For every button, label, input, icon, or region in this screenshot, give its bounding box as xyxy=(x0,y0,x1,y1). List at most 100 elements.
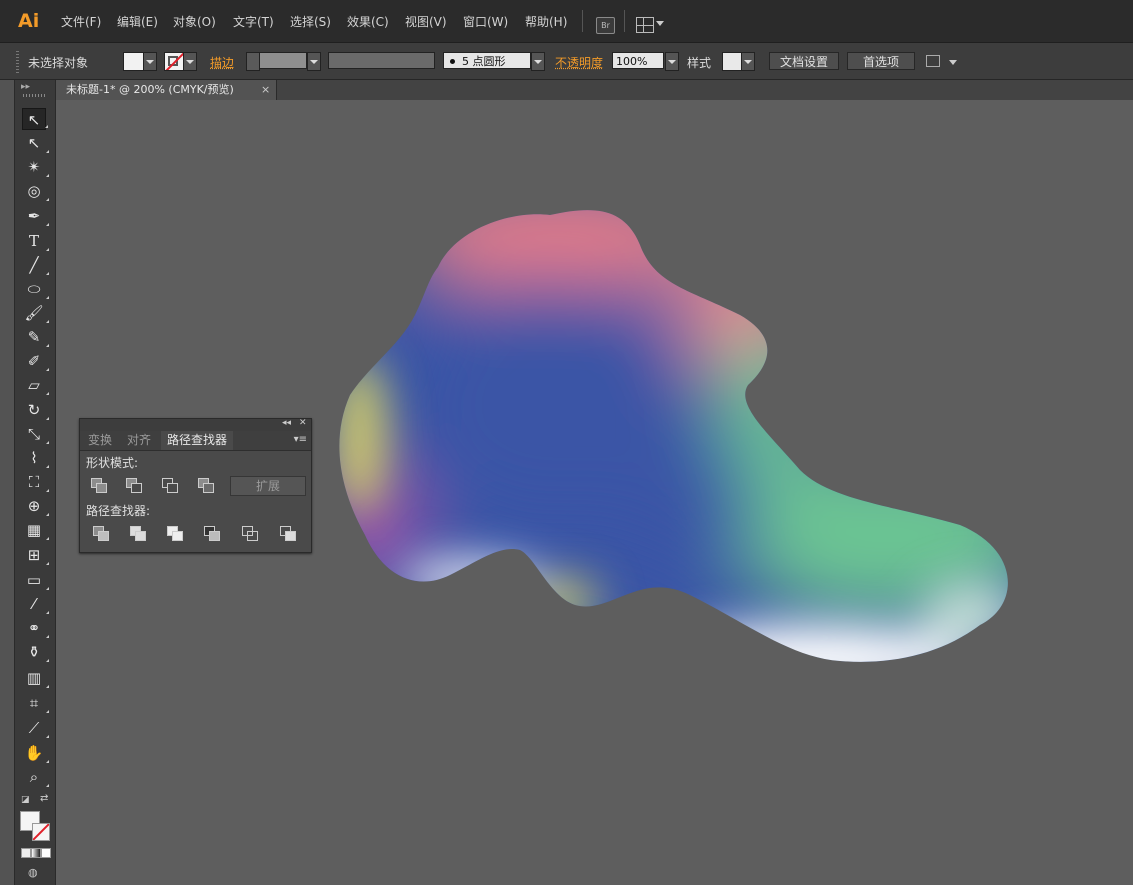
ellipse-tool-icon[interactable]: ⬭ xyxy=(22,278,49,300)
document-tab-title: 未标题-1* @ 200% (CMYK/预览) xyxy=(66,83,234,96)
grip-handle[interactable] xyxy=(16,49,19,73)
menu-window[interactable]: 窗口(W) xyxy=(463,13,508,31)
toolbox: ▸▸ ↖ ↖ ✴ ◎ ✒ T ╱ ⬭ 🖌 ✎ ✐ ▱ ↻ ⤡ ⌇ ⛶ ⊕ ▦ ⊞… xyxy=(14,80,56,885)
tab-align[interactable]: 对齐 xyxy=(121,431,157,450)
grip-handle[interactable] xyxy=(23,94,47,97)
blob-brush-tool-icon[interactable]: ✐ xyxy=(22,350,49,372)
lasso-tool-icon[interactable]: ◎ xyxy=(22,180,49,202)
document-tab[interactable]: 未标题-1* @ 200% (CMYK/预览) × xyxy=(56,80,277,100)
gradient-mode-icon[interactable] xyxy=(31,848,41,858)
workspace-layout-icon[interactable] xyxy=(636,17,654,33)
swap-colors-icon[interactable]: ⇄ xyxy=(40,793,48,804)
menu-edit[interactable]: 编辑(E) xyxy=(117,13,158,31)
warp-tool-icon[interactable]: ⌇ xyxy=(22,447,49,469)
control-bar: 未选择对象 描边 5 点圆形 不透明度 100% 样式 文档设置 首选项 xyxy=(0,43,1133,80)
style-dropdown[interactable] xyxy=(741,52,755,71)
menu-file[interactable]: 文件(F) xyxy=(61,13,101,31)
exclude-icon[interactable] xyxy=(198,478,214,493)
minus-back-icon[interactable] xyxy=(280,526,296,541)
chevron-down-icon[interactable] xyxy=(949,60,957,65)
arrange-documents-icon[interactable] xyxy=(926,55,940,67)
tab-transform[interactable]: 变换 xyxy=(82,431,118,450)
close-icon[interactable]: × xyxy=(261,80,270,100)
opacity-dropdown[interactable] xyxy=(665,52,679,71)
stroke-weight-spinner[interactable] xyxy=(246,52,260,71)
opacity-field[interactable]: 100% xyxy=(612,52,664,69)
perspective-grid-tool-icon[interactable]: ▦ xyxy=(22,519,49,541)
stroke-dropdown[interactable] xyxy=(183,52,197,71)
chevron-down-icon[interactable] xyxy=(656,21,664,26)
menu-object[interactable]: 对象(O) xyxy=(173,13,216,31)
panel-tab-strip: 变换 对齐 路径查找器 ▾≡ xyxy=(80,431,311,451)
divide-icon[interactable] xyxy=(93,526,109,541)
stroke-swatch[interactable] xyxy=(164,52,184,71)
bridge-icon[interactable]: Br xyxy=(596,17,615,34)
zoom-tool-icon[interactable]: ⌕ xyxy=(22,766,49,788)
merge-icon[interactable] xyxy=(167,526,183,541)
shape-builder-tool-icon[interactable]: ⊕ xyxy=(22,495,49,517)
mesh-tool-icon[interactable]: ⊞ xyxy=(22,544,49,566)
minus-front-icon[interactable] xyxy=(126,478,142,493)
variable-width-profile[interactable] xyxy=(328,52,435,69)
opacity-label[interactable]: 不透明度 xyxy=(555,54,603,71)
crop-icon[interactable] xyxy=(204,526,220,541)
type-tool-icon[interactable]: T xyxy=(22,230,49,252)
magic-wand-tool-icon[interactable]: ✴ xyxy=(22,156,49,178)
menu-select[interactable]: 选择(S) xyxy=(290,13,331,31)
document-setup-button[interactable]: 文档设置 xyxy=(769,52,839,70)
document-tab-bar: 未标题-1* @ 200% (CMYK/预览) × xyxy=(56,80,1133,100)
paintbrush-tool-icon[interactable]: 🖌 xyxy=(22,302,49,324)
selection-tool-icon[interactable]: ↖ xyxy=(22,108,48,130)
eraser-tool-icon[interactable]: ▱ xyxy=(22,374,49,396)
menu-separator xyxy=(624,10,625,32)
brush-definition[interactable]: 5 点圆形 xyxy=(443,52,531,69)
menu-effect[interactable]: 效果(C) xyxy=(347,13,389,31)
panel-header[interactable]: ◂◂ ✕ xyxy=(80,418,311,431)
color-mode-icon[interactable] xyxy=(21,848,31,858)
brush-dot-icon xyxy=(450,59,455,64)
menu-separator xyxy=(582,10,583,32)
stroke-weight-field[interactable] xyxy=(259,52,307,69)
hand-tool-icon[interactable]: ✋ xyxy=(22,742,49,764)
preferences-button[interactable]: 首选项 xyxy=(847,52,915,70)
panel-menu-icon[interactable]: ▾≡ xyxy=(294,434,307,445)
gradient-mesh-blob[interactable] xyxy=(330,205,1020,675)
intersect-icon[interactable] xyxy=(162,478,178,493)
none-mode-icon[interactable] xyxy=(41,848,51,858)
menu-view[interactable]: 视图(V) xyxy=(405,13,447,31)
gradient-tool-icon[interactable]: ▭ xyxy=(22,569,49,591)
pencil-tool-icon[interactable]: ✎ xyxy=(22,326,49,348)
column-graph-tool-icon[interactable]: ▥ xyxy=(22,667,49,689)
brush-dropdown[interactable] xyxy=(531,52,545,71)
style-label: 样式 xyxy=(687,56,712,70)
collapse-icon[interactable]: ▸▸ xyxy=(21,82,30,92)
fill-dropdown[interactable] xyxy=(143,52,157,71)
blend-tool-icon[interactable]: ⚭ xyxy=(22,617,49,639)
slice-tool-icon[interactable]: ⟋ xyxy=(22,717,49,739)
close-icon[interactable]: ✕ xyxy=(299,418,307,428)
collapse-panel-icon[interactable]: ◂◂ xyxy=(282,418,291,428)
trim-icon[interactable] xyxy=(130,526,146,541)
outline-icon[interactable] xyxy=(242,526,258,541)
stroke-color-icon[interactable] xyxy=(32,823,50,841)
symbol-sprayer-tool-icon[interactable]: ⚱ xyxy=(22,641,49,663)
menu-help[interactable]: 帮助(H) xyxy=(525,13,567,31)
scale-tool-icon[interactable]: ⤡ xyxy=(22,423,49,445)
free-transform-tool-icon[interactable]: ⛶ xyxy=(22,471,49,493)
line-tool-icon[interactable]: ╱ xyxy=(22,254,49,276)
shape-modes-label: 形状模式: xyxy=(86,456,139,470)
stroke-weight-dropdown[interactable] xyxy=(307,52,321,71)
rotate-tool-icon[interactable]: ↻ xyxy=(22,399,49,421)
artboard-tool-icon[interactable]: ⌗ xyxy=(22,692,49,714)
pen-tool-icon[interactable]: ✒ xyxy=(22,205,49,227)
drawing-mode-icon[interactable]: ◍ xyxy=(28,866,38,879)
expand-button[interactable]: 扩展 xyxy=(230,476,306,496)
stroke-label[interactable]: 描边 xyxy=(210,54,234,71)
eyedropper-tool-icon[interactable]: ⁄ xyxy=(22,593,49,615)
unite-icon[interactable] xyxy=(91,478,107,493)
tab-pathfinder[interactable]: 路径查找器 xyxy=(161,431,234,450)
direct-selection-tool-icon[interactable]: ↖ xyxy=(22,132,49,154)
fill-swatch[interactable] xyxy=(123,52,145,71)
default-colors-icon[interactable]: ◪ xyxy=(21,795,30,805)
menu-type[interactable]: 文字(T) xyxy=(233,13,274,31)
